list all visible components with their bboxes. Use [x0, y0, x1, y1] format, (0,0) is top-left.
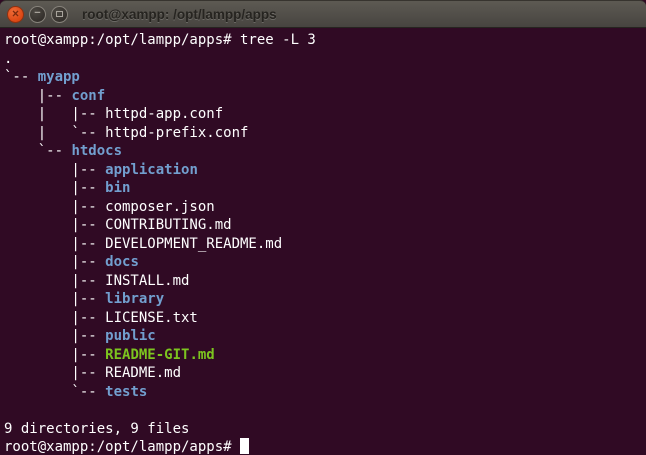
- titlebar[interactable]: × − root@xampp: /opt/lampp/apps: [0, 0, 646, 28]
- minimize-button[interactable]: −: [29, 6, 46, 23]
- terminal-text: |--: [4, 162, 105, 178]
- terminal-text: |--: [4, 88, 71, 104]
- terminal-text: root@xampp:/opt/lampp/apps#: [4, 439, 240, 455]
- terminal-line: |-- public: [4, 327, 646, 346]
- directory-name: bin: [105, 180, 130, 196]
- terminal-text: |-- CONTRIBUTING.md: [4, 217, 232, 233]
- terminal-line: |-- README-GIT.md: [4, 346, 646, 365]
- terminal-line: |-- composer.json: [4, 198, 646, 217]
- terminal-line: root@xampp:/opt/lampp/apps# tree -L 3: [4, 31, 646, 50]
- terminal-line: |-- application: [4, 161, 646, 180]
- terminal-line: |-- LICENSE.txt: [4, 309, 646, 328]
- terminal-line: |-- bin: [4, 179, 646, 198]
- terminal-line: 9 directories, 9 files: [4, 420, 646, 439]
- terminal-line: .: [4, 50, 646, 69]
- directory-name: conf: [71, 88, 105, 104]
- close-button[interactable]: ×: [7, 6, 24, 23]
- terminal-text: root@xampp:/opt/lampp/apps# tree -L 3: [4, 32, 316, 48]
- terminal-line: `-- htdocs: [4, 142, 646, 161]
- terminal-line: |-- docs: [4, 253, 646, 272]
- directory-name: docs: [105, 254, 139, 270]
- terminal-line: |-- DEVELOPMENT_README.md: [4, 235, 646, 254]
- terminal-text: | |-- httpd-app.conf: [4, 106, 223, 122]
- terminal-text: `--: [4, 384, 105, 400]
- terminal-text: |--: [4, 254, 105, 270]
- directory-name: htdocs: [71, 143, 122, 159]
- terminal-text: |--: [4, 180, 105, 196]
- terminal-line: |-- README.md: [4, 364, 646, 383]
- minimize-icon: −: [34, 8, 40, 19]
- terminal-line: | |-- httpd-app.conf: [4, 105, 646, 124]
- window-title: root@xampp: /opt/lampp/apps: [82, 7, 277, 22]
- directory-name: myapp: [38, 69, 80, 85]
- terminal-line: |-- CONTRIBUTING.md: [4, 216, 646, 235]
- directory-name: application: [105, 162, 198, 178]
- terminal[interactable]: root@xampp:/opt/lampp/apps# tree -L 3.`-…: [0, 28, 646, 455]
- terminal-text: |--: [4, 291, 105, 307]
- terminal-text: |--: [4, 347, 105, 363]
- terminal-text: |-- composer.json: [4, 199, 215, 215]
- terminal-text: `--: [4, 143, 71, 159]
- terminal-text: |-- README.md: [4, 365, 181, 381]
- terminal-window: × − root@xampp: /opt/lampp/apps root@xam…: [0, 0, 646, 455]
- terminal-text: |-- DEVELOPMENT_README.md: [4, 236, 282, 252]
- terminal-line: |-- conf: [4, 87, 646, 106]
- directory-name: public: [105, 328, 156, 344]
- terminal-line: |-- INSTALL.md: [4, 272, 646, 291]
- terminal-line: `-- myapp: [4, 68, 646, 87]
- close-icon: ×: [12, 8, 19, 20]
- terminal-line: `-- tests: [4, 383, 646, 402]
- terminal-line: root@xampp:/opt/lampp/apps#: [4, 438, 646, 455]
- terminal-text: |-- LICENSE.txt: [4, 310, 198, 326]
- maximize-icon: [56, 11, 63, 17]
- terminal-line: [4, 401, 646, 420]
- executable-file-name: README-GIT.md: [105, 347, 215, 363]
- terminal-text: |--: [4, 328, 105, 344]
- terminal-text: |-- INSTALL.md: [4, 273, 189, 289]
- terminal-text: `--: [4, 69, 38, 85]
- terminal-text: .: [4, 51, 12, 67]
- terminal-text: | `-- httpd-prefix.conf: [4, 125, 248, 141]
- directory-name: tests: [105, 384, 147, 400]
- terminal-text: 9 directories, 9 files: [4, 421, 189, 437]
- terminal-line: |-- library: [4, 290, 646, 309]
- directory-name: library: [105, 291, 164, 307]
- terminal-line: | `-- httpd-prefix.conf: [4, 124, 646, 143]
- maximize-button[interactable]: [51, 6, 68, 23]
- terminal-cursor: [240, 438, 249, 454]
